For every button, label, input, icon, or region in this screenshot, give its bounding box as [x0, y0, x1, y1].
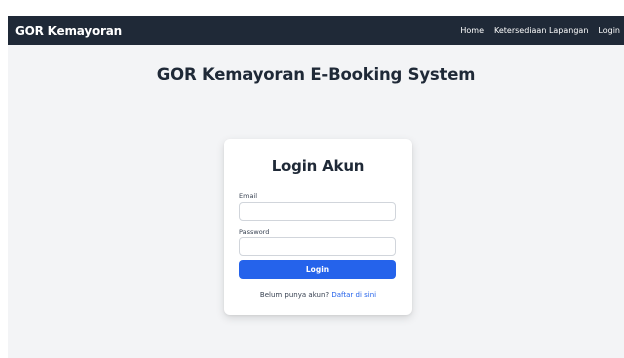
email-field[interactable]	[239, 202, 396, 221]
brand-logo-text[interactable]: GOR Kemayoran	[15, 24, 122, 38]
nav-link-ketersediaan-lapangan[interactable]: Ketersediaan Lapangan	[494, 26, 588, 35]
nav-links: Home Ketersediaan Lapangan Login	[460, 26, 620, 35]
email-label: Email	[239, 192, 258, 200]
nav-link-login[interactable]: Login	[598, 26, 620, 35]
password-field[interactable]	[239, 237, 396, 256]
login-card: Login Akun Email Password Login Belum pu…	[224, 139, 412, 315]
page-background: GOR Kemayoran Home Ketersediaan Lapangan…	[8, 16, 624, 358]
login-card-title: Login Akun	[271, 157, 365, 175]
register-prompt-line: Belum punya akun? Daftar di sini	[224, 291, 412, 299]
top-navbar: GOR Kemayoran Home Ketersediaan Lapangan…	[8, 16, 624, 45]
password-label: Password	[239, 228, 270, 236]
register-link[interactable]: Daftar di sini	[331, 291, 376, 299]
page-title: GOR Kemayoran E-Booking System	[156, 65, 476, 84]
nav-link-home[interactable]: Home	[460, 26, 484, 35]
login-button[interactable]: Login	[239, 260, 396, 279]
register-prompt-text: Belum punya akun?	[259, 291, 330, 299]
